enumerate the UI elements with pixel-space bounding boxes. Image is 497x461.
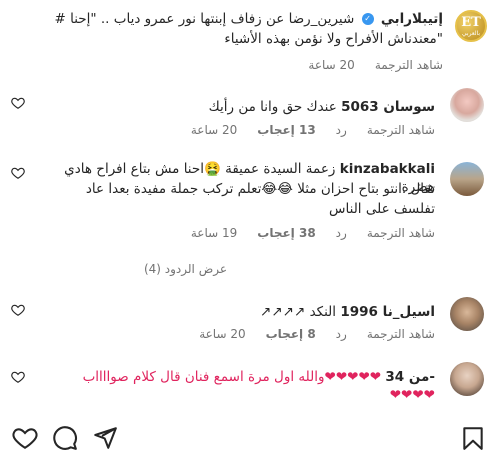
comment-icon[interactable] — [52, 425, 78, 451]
comment-text-line-1: ❤❤❤❤❤والله اول مرة اسمع فنان قال كلام صو… — [82, 369, 382, 385]
view-replies-button[interactable]: عرض الردود (4) — [144, 262, 227, 276]
comment-username[interactable]: سوسان 5063 — [341, 99, 435, 115]
view-replies-label: عرض الردود (4) — [143, 262, 227, 276]
commenter-avatar[interactable] — [450, 297, 484, 331]
logo-subtext: بالعربي — [461, 30, 481, 37]
comment-text-line-2: ❤❤❤❤ — [389, 387, 435, 403]
comment-body: اسيل_نا 1996 النكد ↗↗↗↗ — [40, 303, 435, 321]
comment-username[interactable]: اسيل_نا 1996 — [340, 304, 435, 320]
comment-body: من 34- ❤❤❤❤❤والله اول مرة اسمع فنان قال … — [40, 368, 435, 386]
commenter-avatar[interactable] — [450, 162, 484, 196]
comment-meta: شاهد الترجمة رد 8 إعجاب 20 ساعة — [199, 327, 435, 341]
post-meta: شاهد الترجمة 20 ساعة — [308, 58, 443, 72]
heart-icon[interactable] — [11, 166, 25, 180]
likes-count[interactable]: 13 إعجاب — [257, 123, 315, 137]
send-icon[interactable] — [92, 425, 118, 451]
heart-icon[interactable] — [12, 425, 38, 451]
logo-text: ET — [461, 15, 481, 30]
comment-text: النكد ↗↗↗↗ — [260, 304, 337, 320]
bookmark-icon[interactable] — [460, 425, 486, 451]
brand-avatar[interactable]: ET بالعربي — [455, 10, 487, 42]
caption-text: إتيبلارابي ✓ شيرين_رضا عن زفاف إبنتها نو… — [40, 10, 444, 28]
heart-icon[interactable] — [11, 370, 25, 384]
heart-icon[interactable] — [11, 96, 25, 110]
heart-icon[interactable] — [11, 303, 25, 317]
comment-username[interactable]: من 34- — [385, 369, 435, 385]
verified-badge-icon: ✓ — [361, 13, 374, 25]
post-time: 20 ساعة — [308, 58, 355, 72]
likes-count[interactable]: 38 إعجاب — [257, 226, 315, 240]
commenter-avatar[interactable] — [450, 88, 484, 122]
comment-time: 19 ساعة — [190, 226, 238, 240]
caption-line-2: "معندناش الأفراح ولا نؤمن بهذه الأشياء — [224, 31, 443, 47]
comment-body: سوسان 5063 عندك حق وانا من رأيك — [40, 98, 435, 116]
reply-button[interactable]: رد — [336, 226, 347, 240]
comment-text-line-2: تقال .انتو بتاح احزان مثلا 😂😂تعلم تركب ج… — [85, 181, 435, 197]
reply-button[interactable]: رد — [336, 123, 347, 137]
likes-count[interactable]: 8 إعجاب — [266, 327, 316, 341]
post-see-translation[interactable]: شاهد الترجمة — [375, 58, 443, 72]
reply-button[interactable]: رد — [336, 327, 347, 341]
comment-text: عندك حق وانا من رأيك — [208, 99, 337, 115]
instagram-comments-panel: ET بالعربي إتيبلارابي ✓ شيرين_رضا عن زفا… — [0, 0, 497, 461]
comment-username[interactable]: kinzabakkali — [340, 161, 435, 177]
see-translation-link[interactable]: شاهد الترجمة — [367, 327, 435, 341]
comment-time: 20 ساعة — [199, 327, 246, 341]
post-username[interactable]: إتيبلارابي — [381, 11, 443, 27]
caption-line-1: شيرين_رضا عن زفاف إبنتها نور عمرو دياب .… — [54, 11, 355, 27]
comment-meta: شاهد الترجمة رد 13 إعجاب 20 ساعة — [191, 123, 435, 137]
see-translation-link[interactable]: شاهد الترجمة — [367, 123, 435, 137]
comment-time: 20 ساعة — [190, 123, 238, 137]
comment-meta: شاهد الترجمة رد 38 إعجاب 19 ساعة — [191, 226, 435, 240]
action-bar — [0, 425, 497, 455]
commenter-avatar[interactable] — [450, 362, 484, 396]
see-translation-link[interactable]: شاهد الترجمة — [367, 226, 435, 240]
post-caption: ET بالعربي إتيبلارابي ✓ شيرين_رضا عن زفا… — [0, 0, 497, 82]
comment-text-line-3: تفلسف على الناس — [329, 201, 435, 217]
